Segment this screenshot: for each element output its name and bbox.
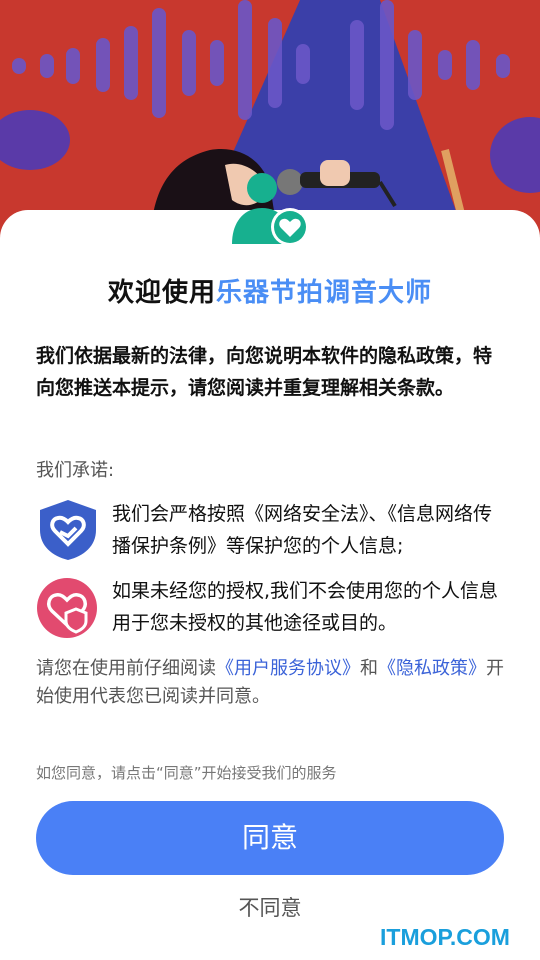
agree-button[interactable]: 同意 [36,801,504,875]
consent-hint: 如您同意，请点击“同意”开始接受我们的服务 [36,764,337,782]
promise-text: 如果未经您的授权,我们不会使用您的个人信息用于您未授权的其他途径或目的。 [112,580,499,634]
promise-item: 如果未经您的授权,我们不会使用您的个人信息用于您未授权的其他途径或目的。 [36,575,506,645]
disagree-button[interactable]: 不同意 [0,892,540,922]
promise-text: 我们会严格按照《网络安全法》、《信息网络传播保护条例》等保护您的个人信息; [112,503,493,557]
shield-heart-icon [36,498,100,562]
title-prefix: 欢迎使用 [107,278,216,308]
notice-text: 和 [360,658,378,679]
site-watermark: ITMOP.COM [380,924,510,950]
privacy-policy-link[interactable]: 《隐私政策》 [378,658,486,679]
promise-label: 我们承诺: [36,460,115,481]
heart-shield-icon [36,575,100,639]
user-heart-icon [228,172,312,248]
promise-item: 我们会严格按照《网络安全法》、《信息网络传播保护条例》等保护您的个人信息; [36,498,506,568]
dialog-title: 欢迎使用乐器节拍调音大师 [0,272,540,309]
intro-text: 我们依据最新的法律，向您说明本软件的隐私政策，特向您推送本提示，请您阅读并重复理… [36,345,493,399]
user-agreement-link[interactable]: 《用户服务协议》 [216,658,360,679]
app-name: 乐器节拍调音大师 [216,278,433,308]
notice-text: 请您在使用前仔细阅读 [36,658,216,679]
agreement-notice: 请您在使用前仔细阅读《用户服务协议》和《隐私政策》开始使用代表您已阅读并同意。 [36,655,506,711]
